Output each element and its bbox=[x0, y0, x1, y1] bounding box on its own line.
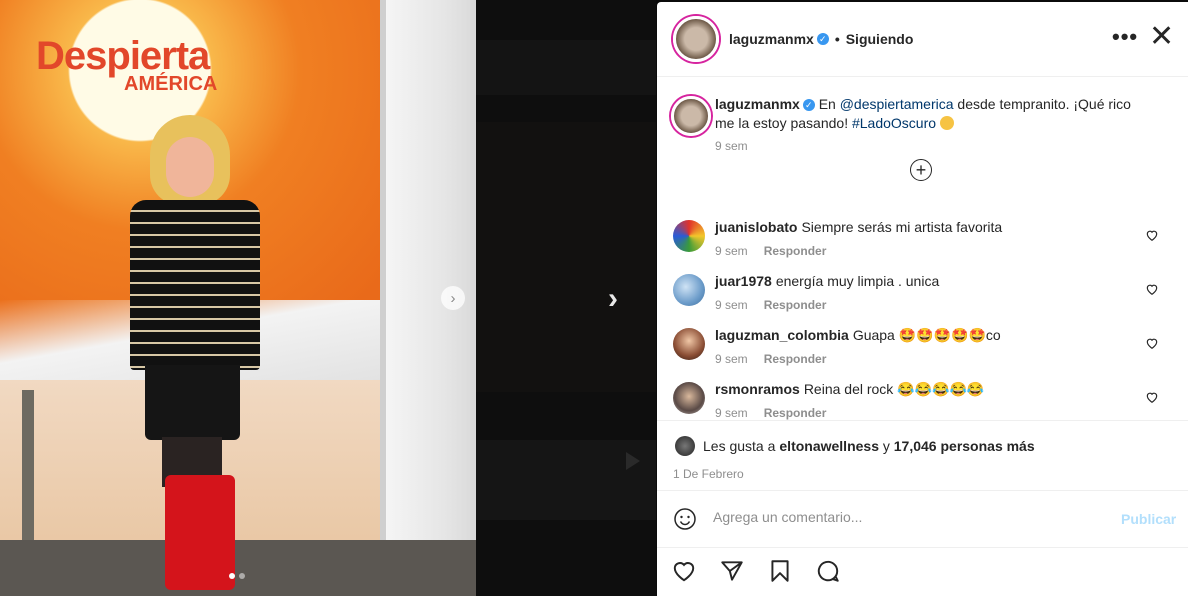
commenter-username[interactable]: rsmonramos bbox=[715, 381, 800, 397]
post-date[interactable]: 1 De Febrero bbox=[673, 467, 744, 481]
comment-text: energía muy limpia . unica bbox=[775, 273, 940, 289]
reply-button[interactable]: Responder bbox=[764, 298, 827, 312]
post-details-panel: laguzmanmx ✓ • Siguiendo ••• ✕ laguzmanm… bbox=[657, 2, 1188, 596]
comment-timestamp[interactable]: 9 sem bbox=[715, 298, 748, 312]
carousel-dot bbox=[239, 573, 245, 579]
carousel-dot-active bbox=[229, 573, 235, 579]
publish-button[interactable]: Publicar bbox=[1121, 511, 1176, 527]
photo-stand bbox=[22, 390, 34, 540]
caption-hashtag-link[interactable]: #LadoOscuro bbox=[852, 115, 936, 131]
emoji-picker-icon[interactable] bbox=[673, 507, 697, 531]
liker-username[interactable]: eltonawellness bbox=[779, 438, 879, 454]
modal-backdrop[interactable] bbox=[476, 0, 656, 596]
share-icon[interactable] bbox=[719, 558, 745, 584]
like-comment-heart-icon[interactable] bbox=[1145, 390, 1159, 404]
play-icon bbox=[626, 452, 640, 470]
comment-item: laguzman_colombia Guapa 🤩🤩🤩🤩🤩co 9 sem Resp… bbox=[673, 322, 1173, 376]
commenter-avatar[interactable] bbox=[673, 220, 705, 252]
like-comment-heart-icon[interactable] bbox=[1145, 228, 1159, 242]
caption-text-start: En bbox=[818, 96, 840, 112]
close-icon[interactable]: ✕ bbox=[1149, 22, 1174, 52]
reply-button[interactable]: Responder bbox=[764, 352, 827, 366]
verified-badge-icon: ✓ bbox=[802, 99, 815, 112]
commenter-avatar[interactable] bbox=[673, 382, 705, 414]
commenter-username[interactable]: juar1978 bbox=[715, 273, 772, 289]
caption-mention-link[interactable]: @despiertamerica bbox=[840, 96, 954, 112]
comment-text: Guapa 🤩🤩🤩🤩🤩co bbox=[852, 327, 1001, 343]
post-photo[interactable]: Despierta AMÉRICA › bbox=[0, 0, 476, 596]
author-username[interactable]: laguzmanmx bbox=[729, 31, 814, 47]
load-more-comments-button[interactable]: + bbox=[910, 159, 932, 181]
separator: • bbox=[834, 31, 840, 47]
comment-input[interactable] bbox=[713, 509, 1093, 525]
comment-icon[interactable] bbox=[815, 558, 841, 584]
comments-list[interactable]: juanislobato Siempre serás mi artista fav… bbox=[657, 214, 1188, 420]
like-comment-heart-icon[interactable] bbox=[1145, 282, 1159, 296]
commenter-username[interactable]: laguzman_colombia bbox=[715, 327, 849, 343]
likes-prefix: Les gusta a bbox=[703, 438, 776, 454]
following-button[interactable]: Siguiendo bbox=[846, 31, 914, 47]
liker-avatar[interactable] bbox=[675, 436, 695, 456]
post-header: laguzmanmx ✓ • Siguiendo ••• ✕ bbox=[657, 2, 1188, 77]
carousel-next-button[interactable]: › bbox=[441, 286, 465, 310]
like-comment-heart-icon[interactable] bbox=[1145, 336, 1159, 350]
likes-count[interactable]: 17,046 personas más bbox=[894, 438, 1035, 454]
more-options-icon[interactable]: ••• bbox=[1112, 24, 1138, 50]
verified-badge-icon: ✓ bbox=[816, 33, 829, 45]
save-bookmark-icon[interactable] bbox=[767, 558, 793, 584]
commenter-avatar[interactable] bbox=[673, 328, 705, 360]
caption-avatar[interactable] bbox=[671, 96, 711, 136]
chevron-right-icon: › bbox=[450, 289, 456, 307]
comment-item: rsmonramos Reina del rock 😂😂😂😂😂 9 sem Resp… bbox=[673, 376, 1173, 420]
photo-person bbox=[110, 115, 280, 595]
comment-text: Siempre serás mi artista favorita bbox=[801, 219, 1003, 235]
author-avatar[interactable] bbox=[673, 16, 719, 62]
likes-section: Les gusta a eltonawellness y 17,046 pers… bbox=[657, 420, 1188, 491]
next-post-arrow[interactable]: › bbox=[608, 282, 618, 316]
comment-text: Reina del rock 😂😂😂😂😂 bbox=[803, 381, 985, 397]
post-actions bbox=[657, 548, 1188, 596]
despierta-america-logo: Despierta AMÉRICA bbox=[36, 34, 218, 95]
like-heart-icon[interactable] bbox=[671, 558, 697, 584]
comment-timestamp[interactable]: 9 sem bbox=[715, 406, 748, 420]
emoji-icon bbox=[939, 116, 954, 130]
comment-timestamp[interactable]: 9 sem bbox=[715, 244, 748, 258]
comment-timestamp[interactable]: 9 sem bbox=[715, 352, 748, 366]
likes-middle: y bbox=[878, 438, 894, 454]
caption-timestamp[interactable]: 9 sem bbox=[715, 139, 748, 153]
comment-item: juar1978 energía muy limpia . unica 9 sem… bbox=[673, 268, 1173, 322]
commenter-avatar[interactable] bbox=[673, 274, 705, 306]
comment-item: juanislobato Siempre serás mi artista fav… bbox=[673, 214, 1173, 268]
reply-button[interactable]: Responder bbox=[764, 406, 827, 420]
caption-username[interactable]: laguzmanmx bbox=[715, 96, 800, 112]
reply-button[interactable]: Responder bbox=[764, 244, 827, 258]
add-comment-bar: Publicar bbox=[657, 490, 1188, 548]
commenter-username[interactable]: juanislobato bbox=[715, 219, 797, 235]
carousel-indicator bbox=[229, 573, 245, 579]
